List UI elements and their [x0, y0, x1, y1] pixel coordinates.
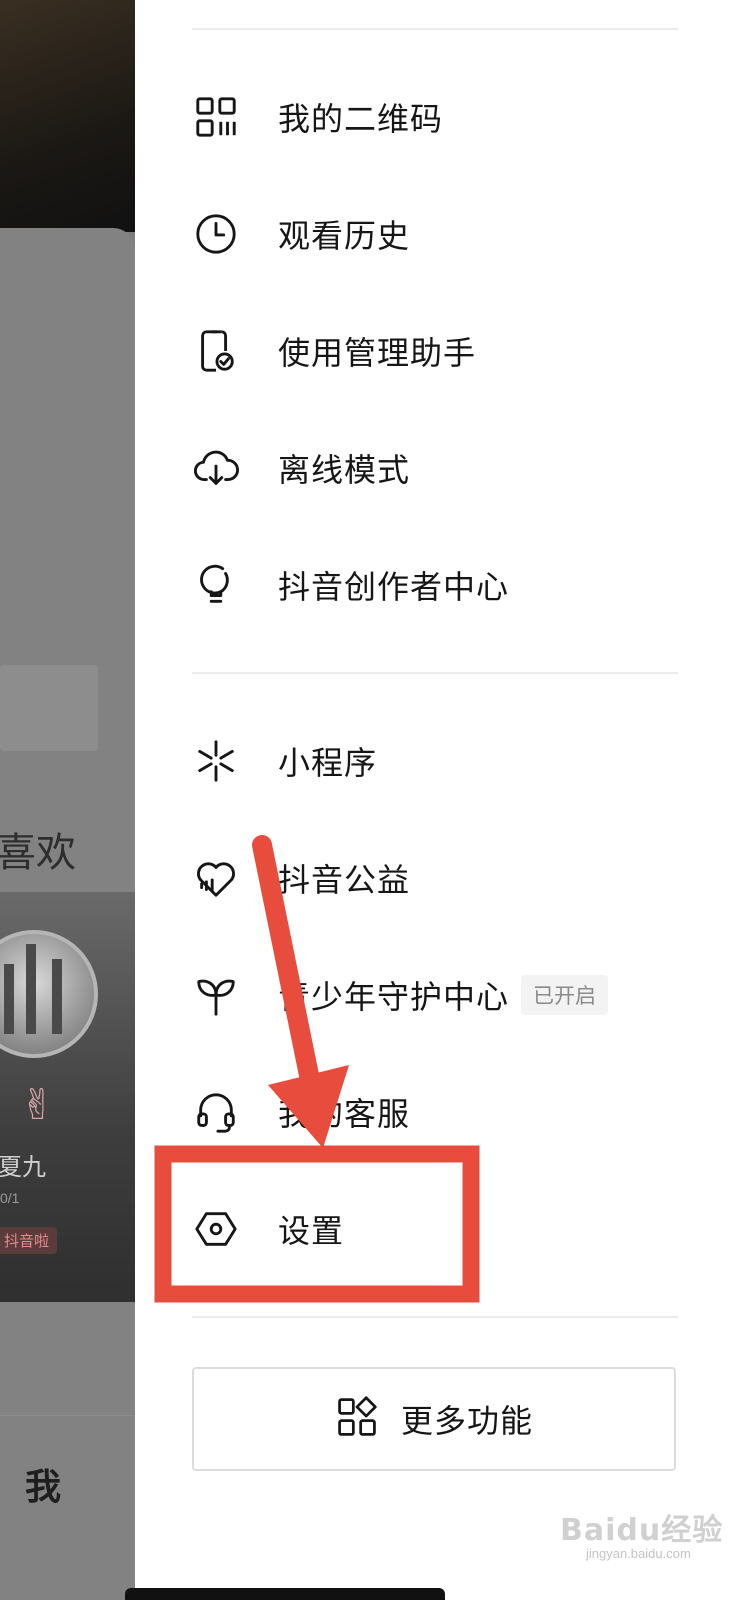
baidu-watermark: Baidu经验: [560, 1513, 724, 1548]
cloud-download-icon: [192, 444, 240, 492]
menu-item-creator-center[interactable]: 抖音创作者中心: [192, 550, 678, 620]
menu-item-my-qr-code[interactable]: 我的二维码: [192, 82, 678, 152]
menu-item-charity[interactable]: 抖音公益: [192, 843, 678, 913]
more-features-label: 更多功能: [400, 1402, 533, 1440]
headset-icon: [192, 1088, 240, 1136]
menu-item-customer-service[interactable]: 我的客服: [192, 1077, 678, 1147]
background-profile-panel: 喜欢 ✌ 夏九 0/1 抖音啦 我: [0, 0, 135, 1600]
menu-item-label: 观看历史: [278, 217, 411, 255]
video-meta: 0/1: [0, 1190, 20, 1206]
more-features-button[interactable]: 更多功能: [192, 1367, 676, 1471]
menu-item-label: 设置: [278, 1212, 345, 1250]
status-badge: 已开启: [521, 975, 609, 1015]
menu-item-youth-protection[interactable]: 青少年守护中心 已开启: [192, 960, 678, 1030]
menu-item-offline-mode[interactable]: 离线模式: [192, 433, 678, 503]
qr-code-icon: [192, 93, 240, 141]
profile-cover-image: [0, 0, 135, 232]
menu-item-label: 抖音创作者中心: [278, 568, 510, 606]
video-tag: 抖音啦: [0, 1227, 58, 1254]
grid-shapes-icon: [335, 1395, 379, 1444]
charity-heart-icon: [192, 854, 240, 902]
profile-stat-box: [0, 665, 98, 751]
menu-divider: [192, 28, 678, 30]
baidu-watermark-url: jingyan.baidu.com: [586, 1546, 691, 1561]
video-author-name: 夏九: [0, 1153, 46, 1181]
likes-tab-label: 喜欢: [0, 830, 76, 876]
home-indicator[interactable]: [125, 1588, 445, 1600]
menu-item-label: 使用管理助手: [278, 334, 477, 372]
menu-item-label: 青少年守护中心: [278, 978, 510, 1016]
phone-check-icon: [192, 327, 240, 375]
menu-item-usage-assistant[interactable]: 使用管理助手: [192, 316, 678, 386]
menu-item-label: 抖音公益: [278, 861, 411, 899]
peace-hand-sticker: ✌: [20, 1081, 56, 1128]
menu-item-mini-programs[interactable]: 小程序: [192, 726, 678, 796]
mini-program-icon: [192, 737, 240, 785]
menu-divider: [192, 672, 678, 674]
settings-hexagon-icon: [192, 1205, 240, 1253]
menu-item-watch-history[interactable]: 观看历史: [192, 199, 678, 269]
menu-item-label: 离线模式: [278, 451, 411, 489]
tab-me[interactable]: 我: [25, 1458, 61, 1510]
menu-item-label: 小程序: [278, 744, 378, 782]
menu-item-settings[interactable]: 设置: [192, 1194, 678, 1264]
side-drawer-menu: 我的二维码 观看历史 使用管理助手 离线模式 抖音创作者中心 小程序 抖音公益 …: [135, 0, 737, 1600]
clock-icon: [192, 210, 240, 258]
tabbar-divider: [0, 1415, 135, 1416]
menu-item-label: 我的二维码: [278, 100, 444, 138]
menu-divider: [192, 1316, 678, 1318]
menu-item-label: 我的客服: [278, 1095, 411, 1133]
lightbulb-icon: [192, 561, 240, 609]
sprout-icon: [192, 971, 240, 1019]
